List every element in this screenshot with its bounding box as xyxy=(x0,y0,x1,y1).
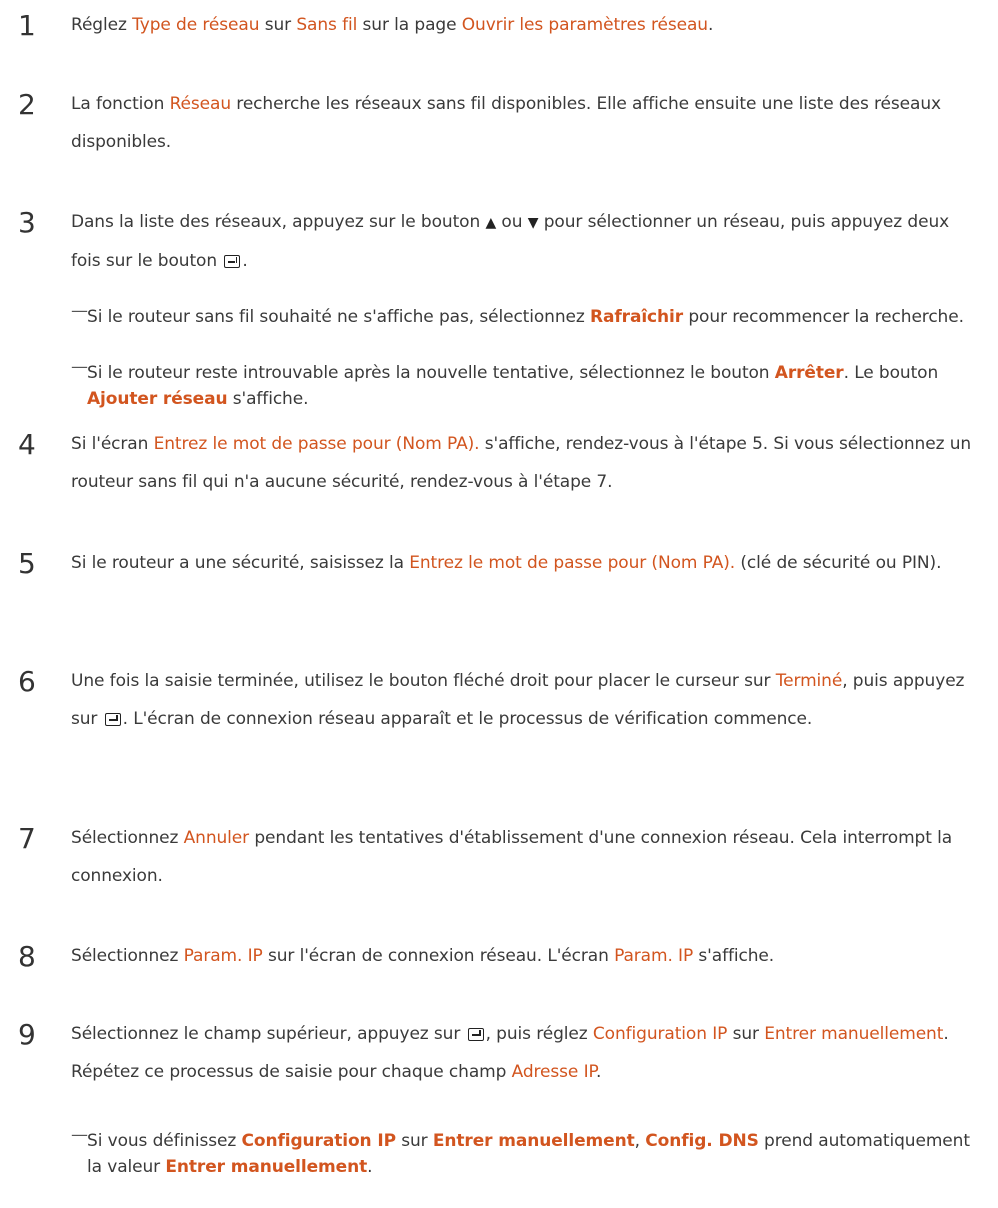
note-text: Si le routeur reste introuvable après la… xyxy=(87,363,939,409)
note-text: Si le routeur sans fil souhaité ne s'aff… xyxy=(87,307,964,327)
ui-term: Réseau xyxy=(169,94,232,114)
step-number: 3 xyxy=(18,206,36,239)
step-text: La fonction Réseau recherche les réseaux… xyxy=(71,94,941,152)
enter-icon xyxy=(467,1028,484,1041)
step-text: Réglez Type de réseau sur Sans fil sur l… xyxy=(71,15,714,35)
ui-term: Sans fil xyxy=(296,15,358,35)
ui-term: Rafraîchir xyxy=(590,307,684,327)
ui-term: Param. IP xyxy=(183,946,263,966)
ui-term: Arrêter xyxy=(774,363,844,383)
enter-icon xyxy=(224,255,241,268)
note-dash: — xyxy=(71,301,88,321)
step-text: Si l'écran Entrez le mot de passe pour (… xyxy=(71,434,972,492)
down-triangle-icon: ▼ xyxy=(527,215,539,231)
ui-term: Entrer manuellement xyxy=(764,1024,944,1044)
step-text: Sélectionnez le champ supérieur, appuyez… xyxy=(71,1024,949,1082)
step-text: Dans la liste des réseaux, appuyez sur l… xyxy=(71,203,976,280)
note-3: — Si vous définissez Configuration IP su… xyxy=(71,1125,976,1180)
instruction-page: 1 Réglez Type de réseau sur Sans fil sur… xyxy=(0,0,998,1208)
step-text: Une fois la saisie terminée, utilisez le… xyxy=(71,671,965,729)
up-triangle-icon: ▲ xyxy=(485,215,497,231)
step-text: Sélectionnez Param. IP sur l'écran de co… xyxy=(71,946,775,966)
step-number: 7 xyxy=(18,822,36,855)
ui-term: Entrer manuellement xyxy=(165,1157,368,1177)
ui-term: Configuration IP xyxy=(241,1131,396,1151)
ui-term: Ajouter réseau xyxy=(87,389,228,409)
ui-term: Type de réseau xyxy=(132,15,260,35)
ui-term: Param. IP xyxy=(614,946,694,966)
note-dash: — xyxy=(71,357,88,377)
note-1: — Si le routeur sans fil souhaité ne s'a… xyxy=(71,301,976,330)
ui-term: Entrer manuellement xyxy=(432,1131,635,1151)
step-number: 4 xyxy=(18,428,36,461)
step-number: 8 xyxy=(18,940,36,973)
step-number: 9 xyxy=(18,1018,36,1051)
ui-term: Ouvrir les paramètres réseau xyxy=(461,15,708,35)
step-number: 1 xyxy=(18,9,36,42)
step-number: 6 xyxy=(18,665,36,698)
note-dash: — xyxy=(71,1125,88,1145)
ui-term: Terminé xyxy=(775,671,843,691)
step-number: 5 xyxy=(18,547,36,580)
ui-term: Entrez le mot de passe pour (Nom PA). xyxy=(153,434,480,454)
ui-term: Annuler xyxy=(183,828,250,848)
step-number: 2 xyxy=(18,88,36,121)
enter-icon xyxy=(104,713,121,726)
ui-term: Adresse IP xyxy=(511,1062,596,1082)
ui-term: Entrez le mot de passe pour (Nom PA). xyxy=(409,553,736,573)
ui-term: Config. DNS xyxy=(645,1131,759,1151)
step-text: Si le routeur a une sécurité, saisissez … xyxy=(71,553,942,573)
step-text: Sélectionnez Annuler pendant les tentati… xyxy=(71,828,953,886)
note-2: — Si le routeur reste introuvable après … xyxy=(71,357,976,412)
note-text: Si vous définissez Configuration IP sur … xyxy=(87,1131,970,1177)
ui-term: Configuration IP xyxy=(592,1024,728,1044)
